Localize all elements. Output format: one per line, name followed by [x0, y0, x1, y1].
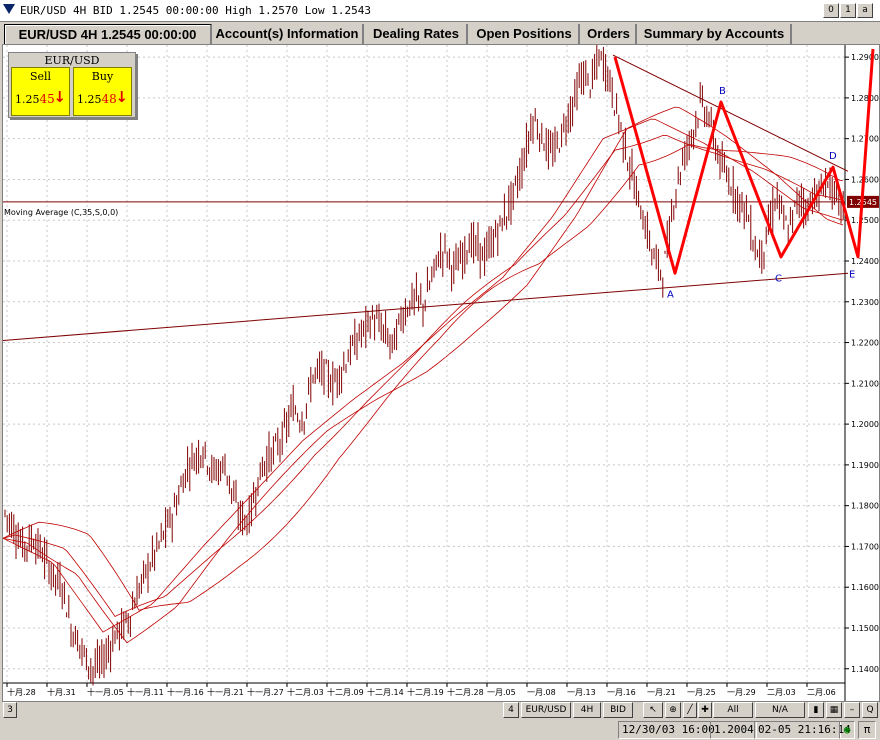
pattern-label-d: D	[829, 151, 837, 162]
chart-area[interactable]: 1.2900 1.2800 1.2700 1.2600 1.2500 1.2400 1.23…	[2, 42, 880, 702]
time-tick-label: 一月.08	[527, 688, 556, 697]
pi-icon: π	[858, 721, 876, 739]
settings-icon[interactable]: Q	[862, 702, 878, 718]
time-tick-label: 十月.31	[47, 687, 76, 697]
tab-orders[interactable]: Orders	[582, 24, 637, 44]
price-tick-label: 1.1800	[851, 502, 879, 511]
scroll-right-button[interactable]: 4	[503, 702, 519, 718]
bid-button[interactable]: BID	[603, 702, 633, 718]
symbol-button[interactable]: EUR/USD	[521, 702, 571, 718]
status-time: 02-05 21:16:14	[754, 721, 851, 739]
time-tick-label: 一月.16	[607, 688, 636, 697]
quote-symbol: EUR/USD	[44, 54, 100, 67]
pattern-label-c: C	[775, 273, 782, 284]
price-tick-label: 1.1700	[851, 542, 879, 551]
close-button[interactable]: a	[857, 3, 873, 18]
status-bar: 12/30/03 16:00 1.2004 02-05 21:16:14 ◉ π	[0, 719, 880, 740]
window-titlebar: EUR/USD 4H BID 1.2545 00:00:00 High 1.25…	[0, 0, 880, 22]
price-tick-label: 1.1500	[851, 624, 879, 633]
restore-button[interactable]: 1	[840, 3, 856, 18]
tab-account-information[interactable]: Account(s) Information	[212, 24, 364, 44]
chart-type-icon[interactable]: ▮	[808, 702, 824, 718]
time-tick-label: 十一月.05	[87, 687, 124, 697]
time-tick-label: 一月.21	[647, 688, 676, 697]
time-tick-label: 十二月.14	[367, 687, 404, 697]
sell-label: Sell	[29, 70, 52, 83]
chart-toolbar: 3 4 EUR/USD 4H BID ↖ ⊕ ╱ ✚ All N/A ▮ ▦ –…	[0, 702, 880, 718]
tab-chart[interactable]: EUR/USD 4H 1.2545 00:00:00	[4, 24, 212, 46]
price-tick-label: 1.1600	[851, 583, 879, 592]
tab-open-positions[interactable]: Open Positions	[470, 24, 580, 44]
crosshair-tool-icon[interactable]: ✚	[698, 702, 712, 718]
timeframe-button[interactable]: 4H	[573, 702, 601, 718]
pattern-label-e: E	[849, 269, 855, 280]
price-tick-label: 1.2500	[851, 216, 879, 225]
time-tick-label: 十一月.27	[247, 687, 284, 697]
buy-price: 1.2548	[77, 92, 117, 106]
buy-down-arrow-icon: ↓	[115, 88, 128, 106]
price-tick-label: 1.2200	[851, 339, 879, 348]
price-tick-label: 1.2400	[851, 257, 879, 266]
time-tick-label: 十一月.11	[127, 687, 164, 697]
time-tick-label: 一月.13	[567, 688, 596, 697]
time-tick-label: 十月.28	[7, 687, 36, 697]
sell-box[interactable]: Sell 1.2545 ↓	[11, 67, 70, 116]
zoom-tool-icon[interactable]: ⊕	[665, 702, 681, 718]
indicator-label: Moving Average (C,35,S,0,0)	[4, 208, 119, 217]
price-tick-label: 1.2100	[851, 379, 879, 388]
price-chart[interactable]: 1.29001.28001.27001.26001.25001.24001.23…	[2, 42, 879, 701]
quote-panel: EUR/USD Sell 1.2545 ↓ Buy 1.2548 ↓	[8, 52, 136, 118]
time-tick-label: 十二月.03	[287, 687, 324, 697]
cursor-tool-icon[interactable]: ↖	[643, 702, 663, 718]
time-tick-label: 一月.25	[687, 688, 716, 697]
time-tick-label: 一月.05	[487, 688, 516, 697]
all-button[interactable]: All	[713, 702, 753, 718]
app-triangle-icon	[3, 4, 15, 14]
pattern-label-b: B	[719, 86, 726, 97]
moving-average-line	[2, 106, 844, 644]
price-tick-label: 1.1900	[851, 461, 879, 470]
moving-average-line	[2, 144, 844, 611]
price-tick-label: 1.2900	[851, 53, 879, 62]
time-tick-label: 十二月.19	[407, 687, 444, 697]
time-tick-label: 十二月.09	[327, 687, 364, 697]
time-tick-label: 一月.29	[727, 688, 756, 697]
na-button[interactable]: N/A	[755, 702, 805, 718]
minimize-button[interactable]: 0	[823, 3, 839, 18]
time-tick-label: 二月.03	[767, 688, 796, 697]
scroll-left-button[interactable]: 3	[3, 702, 17, 718]
price-tick-label: 1.1400	[851, 665, 879, 674]
time-tick-label: 十二月.28	[447, 687, 484, 697]
moving-average-line	[2, 134, 844, 618]
window-title: EUR/USD 4H BID 1.2545 00:00:00 High 1.25…	[20, 4, 371, 17]
trendline	[612, 54, 849, 172]
connection-status-icon: ◉	[839, 721, 855, 739]
sell-price: 1.2545	[15, 92, 55, 106]
trendline	[2, 272, 849, 342]
tab-dealing-rates[interactable]: Dealing Rates	[366, 24, 468, 44]
time-tick-label: 十一月.16	[167, 687, 204, 697]
sell-down-arrow-icon: ↓	[53, 88, 66, 106]
tab-summary-by-accounts[interactable]: Summary by Accounts	[638, 24, 792, 44]
time-tick-label: 十一月.21	[207, 687, 244, 697]
buy-label: Buy	[91, 70, 114, 83]
moving-average-line	[2, 118, 844, 633]
pattern-label-a: A	[667, 290, 674, 301]
time-tick-label: 二月.06	[807, 688, 836, 697]
price-tick-label: 1.2800	[851, 94, 879, 103]
status-date: 12/30/03 16:00	[618, 721, 715, 739]
draw-tool-icon[interactable]: ╱	[683, 702, 697, 718]
grid-toggle-icon[interactable]: ▦	[826, 702, 842, 718]
status-price: 1.2004	[710, 721, 757, 739]
buy-box[interactable]: Buy 1.2548 ↓	[73, 67, 132, 116]
zoom-out-icon[interactable]: –	[844, 702, 860, 718]
price-tick-label: 1.2000	[851, 420, 879, 429]
price-tick-label: 1.2300	[851, 298, 879, 307]
